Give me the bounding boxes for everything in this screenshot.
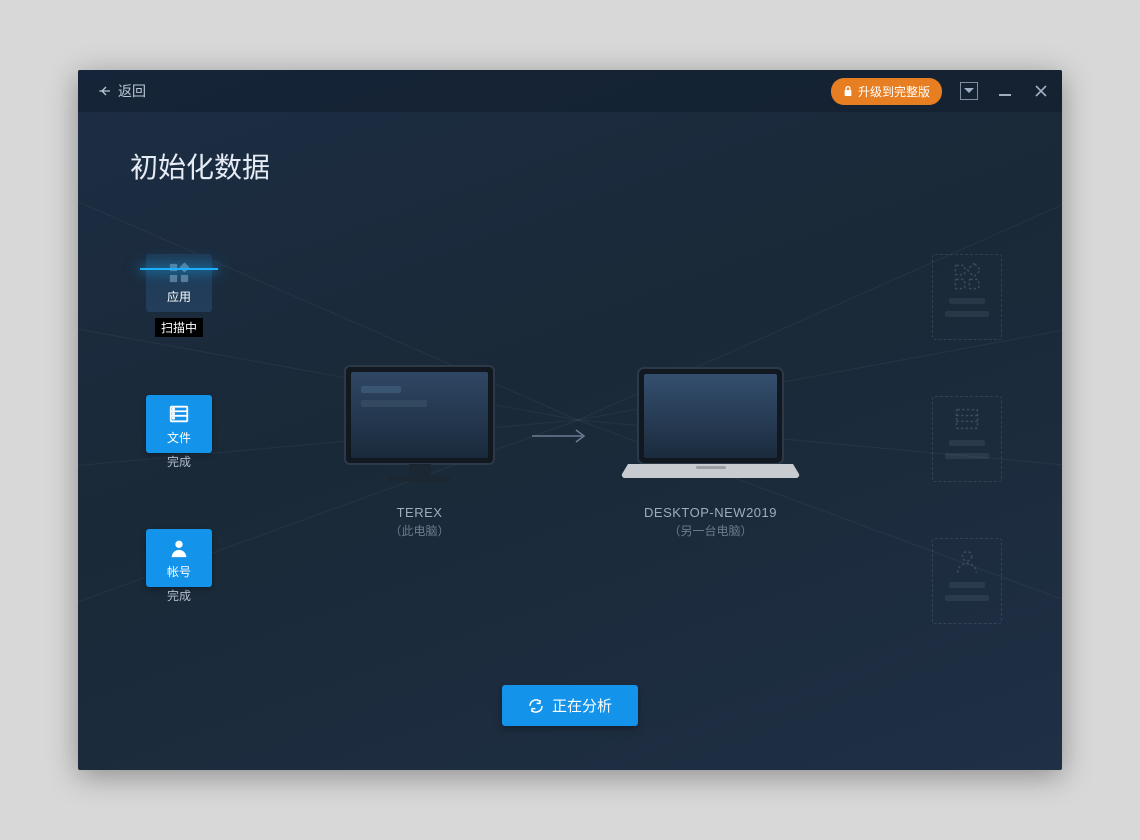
back-label: 返回 bbox=[118, 81, 146, 101]
tile-apps-label: 应用 bbox=[167, 288, 191, 305]
minimize-icon bbox=[998, 84, 1012, 98]
tile-files-label: 文件 bbox=[167, 429, 191, 446]
files-outline-icon bbox=[951, 405, 983, 433]
chevron-down-icon bbox=[964, 88, 974, 94]
lock-icon bbox=[843, 85, 853, 97]
upgrade-label: 升级到完整版 bbox=[858, 83, 930, 100]
app-window: 返回 升级到完整版 初始化数据 bbox=[78, 70, 1062, 770]
refresh-icon bbox=[528, 698, 544, 714]
files-icon bbox=[167, 403, 191, 425]
desktop-monitor-icon bbox=[337, 360, 502, 490]
transfer-diagram: TEREX （此电脑） DESKTOP-NEW2019 （另一台电脑） bbox=[328, 360, 812, 539]
target-computer: DESKTOP-NEW2019 （另一台电脑） bbox=[618, 360, 803, 539]
tile-files[interactable]: 文件 完成 bbox=[146, 395, 212, 471]
ghost-tile-files bbox=[932, 396, 1002, 482]
dropdown-button[interactable] bbox=[956, 78, 982, 104]
transfer-arrow-icon bbox=[530, 426, 590, 446]
person-icon bbox=[167, 537, 191, 559]
apps-outline-icon bbox=[951, 263, 983, 291]
tile-accounts-label: 帐号 bbox=[167, 563, 191, 580]
analyze-label: 正在分析 bbox=[552, 695, 612, 716]
ghost-tile-accounts bbox=[932, 538, 1002, 624]
upgrade-button[interactable]: 升级到完整版 bbox=[831, 78, 942, 105]
close-button[interactable] bbox=[1028, 78, 1054, 104]
source-category-tiles: 应用 扫描中 文件 完成 帐号 完成 bbox=[146, 254, 212, 605]
titlebar: 返回 升级到完整版 bbox=[78, 70, 1062, 112]
tile-accounts-status: 完成 bbox=[167, 589, 191, 603]
person-outline-icon bbox=[951, 547, 983, 575]
analyze-button[interactable]: 正在分析 bbox=[502, 685, 638, 726]
ghost-tile-apps bbox=[932, 254, 1002, 340]
tile-accounts[interactable]: 帐号 完成 bbox=[146, 529, 212, 605]
minimize-button[interactable] bbox=[992, 78, 1018, 104]
tile-apps-status: 扫描中 bbox=[155, 318, 203, 337]
apps-icon bbox=[167, 262, 191, 284]
back-arrow-icon bbox=[96, 83, 112, 99]
source-computer-name: TEREX bbox=[337, 505, 502, 520]
target-computer-name: DESKTOP-NEW2019 bbox=[618, 505, 803, 520]
close-icon bbox=[1034, 84, 1048, 98]
page-title: 初始化数据 bbox=[130, 146, 1062, 186]
tile-files-status: 完成 bbox=[167, 455, 191, 469]
tile-apps[interactable]: 应用 扫描中 bbox=[146, 254, 212, 337]
laptop-icon bbox=[618, 360, 803, 490]
back-button[interactable]: 返回 bbox=[96, 81, 146, 101]
source-computer: TEREX （此电脑） bbox=[337, 360, 502, 539]
target-computer-sub: （另一台电脑） bbox=[618, 522, 803, 539]
source-computer-sub: （此电脑） bbox=[337, 522, 502, 539]
target-category-placeholders bbox=[932, 254, 1002, 624]
